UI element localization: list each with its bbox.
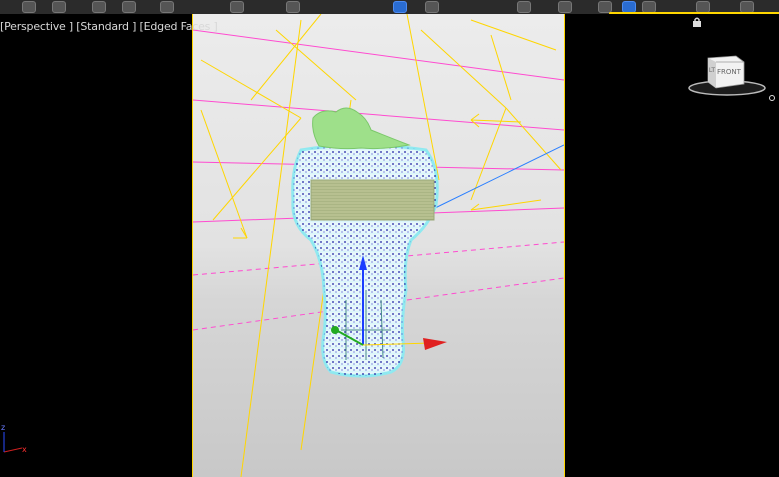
axis-z-label: z xyxy=(1,423,5,432)
lock-icon[interactable] xyxy=(692,17,702,27)
viewcube-icon[interactable]: FRONT LT xyxy=(686,52,768,100)
viewport-label-menu[interactable]: [Perspective ] [Standard ] [Edged Faces … xyxy=(0,20,218,33)
label-band-mesh[interactable] xyxy=(310,179,435,221)
viewport-point-of-view[interactable]: [Perspective ] xyxy=(0,20,73,33)
foam-mesh[interactable] xyxy=(312,107,411,150)
axis-x-label: x xyxy=(22,445,27,454)
main-toolbar xyxy=(0,0,779,15)
viewport-shading-mode[interactable]: [Edged Faces ] xyxy=(140,20,218,33)
toolbar-tool-icon[interactable] xyxy=(517,1,531,13)
viewcube-home-icon[interactable] xyxy=(768,94,776,102)
viewcube-front-label[interactable]: FRONT xyxy=(717,68,742,76)
safe-frame[interactable] xyxy=(192,14,565,477)
toolbar-tool-icon[interactable] xyxy=(230,1,244,13)
toolbar-tool-icon[interactable] xyxy=(92,1,106,13)
toolbar-tool-icon[interactable] xyxy=(160,1,174,13)
toolbar-tool-icon[interactable] xyxy=(393,1,407,13)
toolbar-tool-icon[interactable] xyxy=(52,1,66,13)
toolbar-tool-icon[interactable] xyxy=(22,1,36,13)
toolbar-tool-icon[interactable] xyxy=(286,1,300,13)
toolbar-tool-icon[interactable] xyxy=(425,1,439,13)
viewcube-left-label[interactable]: LT xyxy=(709,67,716,74)
toolbar-tool-icon[interactable] xyxy=(122,1,136,13)
viewport-shading-standard[interactable]: [Standard ] xyxy=(76,20,136,33)
scene-canvas[interactable] xyxy=(193,14,564,477)
light-target-line xyxy=(430,144,564,211)
toolbar-tool-icon[interactable] xyxy=(558,1,572,13)
axis-tripod-icon: z x xyxy=(1,423,27,454)
